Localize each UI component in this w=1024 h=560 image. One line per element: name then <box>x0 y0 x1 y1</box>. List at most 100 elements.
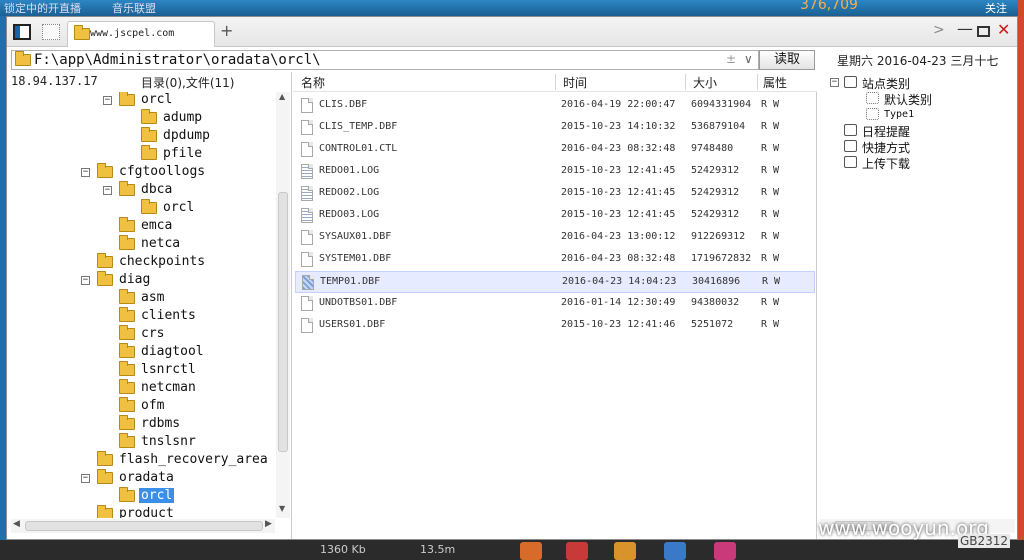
file-name: UNDOTBS01.DBF <box>319 297 398 308</box>
file-time: 2016-04-23 14:04:23 <box>562 276 677 287</box>
file-row[interactable]: CLIS.DBF 2016-04-19 22:00:47 6094331904 R W <box>295 95 815 117</box>
taskbar-app-icon[interactable] <box>664 542 686 560</box>
taskbar-app-icon[interactable] <box>566 542 588 560</box>
file-size: 912269312 <box>691 231 746 242</box>
site-panel-item-label: 站点类别 <box>862 77 911 91</box>
file-row[interactable]: USERS01.DBF 2015-10-23 12:41:46 5251072 R W <box>295 315 815 337</box>
folder-icon <box>119 325 135 340</box>
column-divider[interactable] <box>757 74 758 90</box>
site-panel-item-label: Type1 <box>884 109 915 120</box>
file-size: 30416896 <box>692 276 741 287</box>
file-row[interactable]: CONTROL01.CTL 2016-04-23 08:32:48 9748480 R… <box>295 139 815 161</box>
file-size: 52429312 <box>691 187 740 198</box>
site-panel-item-label: 默认类别 <box>884 93 933 107</box>
file-name: REDO01.LOG <box>319 165 380 176</box>
folder-icon <box>119 307 135 322</box>
collapse-toggle-icon[interactable]: − <box>81 168 90 177</box>
address-bar: F:\app\Administrator\oradata\orcl\ ± ∨ 读… <box>7 48 1017 70</box>
close-button[interactable]: ✕ <box>997 20 1010 39</box>
file-row[interactable]: REDO01.LOG 2015-10-23 12:41:45 52429312 R W <box>295 161 815 183</box>
collapse-toggle-icon[interactable]: − <box>81 276 90 285</box>
file-row[interactable]: CLIS_TEMP.DBF 2015-10-23 14:10:32 53687910… <box>295 117 815 139</box>
tree-vertical-scrollbar[interactable]: ▲ ▼ <box>276 92 290 518</box>
site-panel-item-label: 上传下载 <box>862 157 911 171</box>
file-time: 2015-10-23 12:41:45 <box>561 209 676 220</box>
tab-site[interactable]: www.jscpel.com <box>67 21 215 47</box>
scroll-thumb[interactable] <box>25 521 263 531</box>
schedule-icon <box>844 124 857 136</box>
file-icon <box>301 120 313 135</box>
column-divider[interactable] <box>555 74 556 90</box>
chevron-down-icon[interactable]: ∨ <box>744 52 753 66</box>
file-name: REDO03.LOG <box>319 209 380 220</box>
tree-item-label: dbca <box>141 182 173 197</box>
background-right-edge <box>1018 0 1024 560</box>
column-divider[interactable] <box>685 74 686 90</box>
tree-item-label: diag <box>119 272 151 287</box>
tree-item-label: emca <box>141 218 173 233</box>
scroll-up-icon[interactable]: ▲ <box>279 92 285 101</box>
file-name: SYSTEM01.DBF <box>319 253 392 264</box>
file-attr: R W <box>761 143 780 154</box>
taskbar-app-icon[interactable] <box>614 542 636 560</box>
bg-top-left-text: 锁定中的开直播 <box>4 2 81 15</box>
tree-item-label: clients <box>141 308 196 323</box>
site-panel: − 站点类别 默认类别 Type1 日程提醒 快捷方式 上传下载 <box>818 72 1017 539</box>
file-row[interactable]: SYSAUX01.DBF 2016-04-23 13:00:12 912269312… <box>295 227 815 249</box>
path-input[interactable]: F:\app\Administrator\oradata\orcl\ ± ∨ <box>11 50 759 70</box>
scroll-down-icon[interactable]: ▼ <box>279 504 285 513</box>
scroll-left-icon[interactable]: ◀ <box>13 519 20 529</box>
directory-tree: − orcl adump dpdump pfile − cfgtoollogs − dbca or… <box>7 92 275 518</box>
file-row[interactable]: SYSTEM01.DBF 2016-04-23 08:32:48 171967283… <box>295 249 815 271</box>
collapse-toggle-icon[interactable]: − <box>103 96 112 105</box>
column-name[interactable]: 名称 <box>301 74 325 91</box>
site-panel-item-label: 快捷方式 <box>862 141 911 155</box>
folder-icon <box>141 127 157 142</box>
column-attr[interactable]: 属性 <box>763 74 787 91</box>
tree-item-label: cfgtoollogs <box>119 164 206 179</box>
file-icon <box>301 252 313 267</box>
file-time: 2016-04-23 08:32:48 <box>561 253 676 264</box>
folder-icon <box>119 181 135 196</box>
folder-icon <box>141 145 157 160</box>
taskbar-app-icon[interactable] <box>714 542 736 560</box>
tree-item-label: pfile <box>163 146 203 161</box>
collapse-toggle-icon[interactable]: − <box>830 78 839 87</box>
taskbar-app-icon[interactable] <box>520 542 542 560</box>
collapse-toggle-icon[interactable]: − <box>81 474 90 483</box>
panel-toggle-icon[interactable] <box>13 24 31 40</box>
tree-horizontal-scrollbar[interactable]: ◀ ▶ <box>11 519 275 533</box>
read-button[interactable]: 读取 <box>759 50 815 70</box>
folder-icon <box>97 469 113 484</box>
tree-item-label: lsnrctl <box>141 362 196 377</box>
file-icon <box>301 296 313 311</box>
file-row[interactable]: REDO03.LOG 2015-10-23 12:41:45 52429312 R W <box>295 205 815 227</box>
folder-icon <box>119 397 135 412</box>
folder-icon <box>119 361 135 376</box>
collapse-toggle-icon[interactable]: − <box>103 186 112 195</box>
add-tab-button[interactable]: + <box>220 21 233 40</box>
tree-item-label: rdbms <box>141 416 181 431</box>
file-name: CLIS_TEMP.DBF <box>319 121 398 132</box>
minimize-button[interactable]: — <box>957 19 973 38</box>
file-attr: R W <box>761 187 780 198</box>
scroll-right-icon[interactable]: ▶ <box>265 519 272 529</box>
tree-item-label: orcl <box>163 200 195 215</box>
file-row[interactable]: UNDOTBS01.DBF 2016-01-14 12:30:49 94380032… <box>295 293 815 315</box>
file-name: USERS01.DBF <box>319 319 386 330</box>
maximize-button[interactable] <box>977 26 990 37</box>
file-icon <box>301 230 313 245</box>
file-size: 94380032 <box>691 297 740 308</box>
column-size[interactable]: 大小 <box>693 74 717 91</box>
folder-icon <box>97 163 113 178</box>
column-time[interactable]: 时间 <box>563 74 587 91</box>
chevron-right-icon[interactable]: > <box>933 22 945 38</box>
scroll-thumb[interactable] <box>278 192 288 452</box>
file-icon <box>301 98 313 113</box>
plus-minus-icon[interactable]: ± <box>726 52 736 66</box>
file-row[interactable]: TEMP01.DBF 2016-04-23 14:04:23 30416896 R W <box>295 271 815 293</box>
tree-item-label: netca <box>141 236 181 251</box>
blank-page-icon[interactable] <box>42 24 60 40</box>
file-name: CLIS.DBF <box>319 99 368 110</box>
file-row[interactable]: REDO02.LOG 2015-10-23 12:41:45 52429312 R W <box>295 183 815 205</box>
